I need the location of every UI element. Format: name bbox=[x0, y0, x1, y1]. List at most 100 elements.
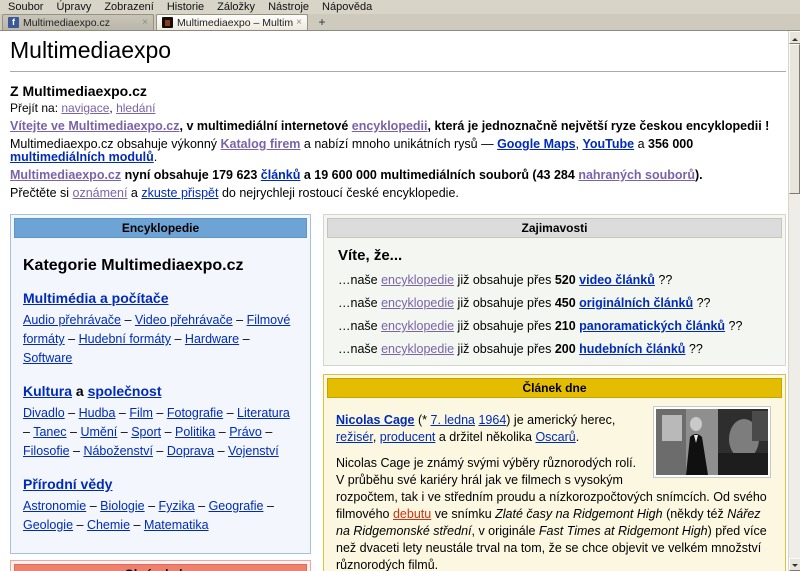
category-link[interactable]: Audio přehrávače bbox=[23, 313, 121, 327]
category-link[interactable]: Biologie bbox=[100, 499, 144, 513]
encyclopedia-body: Kategorie Multimediaexpo.cz Multimédia a… bbox=[11, 241, 310, 553]
intro: Vítejte ve Multimediaexpo.cz, v multimed… bbox=[10, 120, 786, 200]
category-link[interactable]: Video přehrávače bbox=[135, 313, 233, 327]
inline-link[interactable]: režisér bbox=[336, 430, 373, 444]
category-link[interactable]: Literatura bbox=[237, 406, 290, 420]
scroll-down-arrow-icon[interactable] bbox=[789, 558, 800, 571]
tab-facebook[interactable]: f Multimediaexpo.cz × bbox=[2, 14, 154, 30]
inline-link[interactable]: navigace bbox=[61, 101, 109, 115]
inline-link[interactable]: společnost bbox=[88, 383, 162, 399]
inline-link[interactable]: hledání bbox=[116, 101, 155, 115]
inline-link[interactable]: Katalog firem bbox=[221, 137, 301, 151]
category-link[interactable]: Hudba bbox=[79, 406, 116, 420]
inline-link[interactable]: Vítejte ve Multimediaexpo.cz bbox=[10, 119, 180, 133]
site-subtitle: Z Multimediaexpo.cz bbox=[10, 83, 147, 99]
category-link[interactable]: Geologie bbox=[23, 518, 73, 532]
intro-line-welcome: Vítejte ve Multimediaexpo.cz, v multimed… bbox=[10, 119, 770, 133]
category-link[interactable]: Software bbox=[23, 351, 72, 365]
inline-link[interactable]: encyklopedie bbox=[381, 296, 454, 310]
section-links-multimedia: Audio přehrávače – Video přehrávače – Fi… bbox=[23, 313, 291, 365]
inline-link[interactable]: Kultura bbox=[23, 383, 72, 399]
nicolas-cage-photo[interactable] bbox=[653, 406, 771, 478]
inline-link[interactable]: 7. ledna bbox=[431, 413, 475, 427]
category-link[interactable]: Právo bbox=[229, 425, 262, 439]
article-of-day-panel: Článek dne Nicolas Cage (* 7. ledna 1964… bbox=[323, 374, 786, 571]
inline-link[interactable]: encyklopedie bbox=[381, 342, 454, 356]
category-link[interactable]: Hudební formáty bbox=[79, 332, 171, 346]
inline-link[interactable]: Multimédia a počítače bbox=[23, 290, 168, 306]
scrollbar-thumb[interactable] bbox=[789, 44, 800, 194]
zajimavosti-panel: Zajimavosti Víte, že... …naše encykloped… bbox=[323, 214, 786, 366]
browser-chrome: Soubor Úpravy Zobrazení Historie Záložky… bbox=[0, 0, 800, 31]
tab-multimediaexpo[interactable]: Multimediaexpo – Multimediaexpo.cz × bbox=[156, 14, 308, 30]
close-icon[interactable]: × bbox=[296, 17, 302, 28]
encyclopedia-panel: Encyklopedie Kategorie Multimediaexpo.cz… bbox=[10, 214, 311, 554]
intro-line-features: Multimediaexpo.cz obsahuje výkonný Katal… bbox=[10, 137, 694, 164]
category-link[interactable]: Vojenství bbox=[228, 444, 279, 458]
inline-link[interactable]: encyklopedie bbox=[381, 319, 454, 333]
page-title: Multimediaexpo bbox=[10, 37, 786, 72]
inline-link[interactable]: originálních článků bbox=[579, 296, 693, 310]
inline-link[interactable]: video článků bbox=[579, 273, 655, 287]
category-link[interactable]: Hardware bbox=[185, 332, 239, 346]
more-facts-link[interactable]: …další zajímavosti bbox=[506, 365, 603, 366]
category-link[interactable]: Chemie bbox=[87, 518, 130, 532]
menu-nastroje[interactable]: Nástroje bbox=[263, 1, 317, 13]
inline-link[interactable]: nahraných souborů bbox=[578, 168, 695, 182]
scroll-up-arrow-icon[interactable] bbox=[789, 31, 800, 44]
category-link[interactable]: Tanec bbox=[33, 425, 66, 439]
inline-link[interactable]: Přírodní vědy bbox=[23, 476, 112, 492]
category-link[interactable]: Doprava bbox=[167, 444, 214, 458]
menu-soubor[interactable]: Soubor bbox=[3, 1, 51, 13]
category-link[interactable]: Divadlo bbox=[23, 406, 65, 420]
inline-link[interactable]: encyklopedii bbox=[352, 119, 428, 133]
menu-napoveda[interactable]: Nápověda bbox=[317, 1, 380, 13]
fact-video: …naše encyklopedie již obsahuje přes 520… bbox=[338, 273, 673, 287]
category-link[interactable]: Geografie bbox=[209, 499, 264, 513]
main-columns: Encyklopedie Kategorie Multimediaexpo.cz… bbox=[10, 214, 786, 571]
inline-link[interactable]: YouTube bbox=[583, 137, 635, 151]
inline-link[interactable]: Oscarů bbox=[535, 430, 575, 444]
zajimavosti-panel-header: Zajimavosti bbox=[327, 218, 782, 238]
menu-upravy[interactable]: Úpravy bbox=[51, 1, 99, 13]
inline-link[interactable]: multimediálních modulů bbox=[10, 150, 154, 164]
category-link[interactable]: Umění bbox=[80, 425, 117, 439]
inline-link[interactable]: oznámení bbox=[73, 186, 128, 200]
page-content: Multimediaexpo Z Multimediaexpo.cz Přejí… bbox=[0, 31, 788, 571]
tab-bar: f Multimediaexpo.cz × Multimediaexpo – M… bbox=[0, 14, 800, 31]
category-link[interactable]: Fotografie bbox=[167, 406, 223, 420]
section-heading-kultura: Kultura a společnost bbox=[23, 383, 162, 399]
intro-line-read: Přečtěte si oznámení a zkuste přispět do… bbox=[10, 186, 459, 200]
fact-music: …naše encyklopedie již obsahuje přes 200… bbox=[338, 342, 703, 356]
category-link[interactable]: Filosofie bbox=[23, 444, 70, 458]
category-link[interactable]: Matematika bbox=[144, 518, 209, 532]
menu-zobrazeni[interactable]: Zobrazení bbox=[99, 1, 162, 13]
picture-of-day-panel: Obrázek dne bbox=[10, 560, 311, 571]
inline-link[interactable]: hudebních článků bbox=[579, 342, 685, 356]
category-link[interactable]: Náboženství bbox=[83, 444, 152, 458]
menu-historie[interactable]: Historie bbox=[162, 1, 212, 13]
inline-link[interactable]: Nicolas Cage bbox=[336, 413, 415, 427]
category-link[interactable]: Politika bbox=[175, 425, 215, 439]
inline-link[interactable]: článků bbox=[261, 168, 301, 182]
category-link[interactable]: Film bbox=[129, 406, 153, 420]
inline-link[interactable]: panoramatických článků bbox=[579, 319, 725, 333]
inline-link[interactable]: Multimediaexpo.cz bbox=[10, 168, 121, 182]
categories-title: Kategorie Multimediaexpo.cz bbox=[23, 257, 244, 274]
inline-link[interactable]: zkuste přispět bbox=[141, 186, 218, 200]
did-you-know-title: Víte, že... bbox=[338, 247, 403, 264]
category-link[interactable]: Astronomie bbox=[23, 499, 86, 513]
inline-link[interactable]: encyklopedie bbox=[381, 273, 454, 287]
menu-zalozky[interactable]: Záložky bbox=[212, 1, 263, 13]
inline-link[interactable]: Google Maps bbox=[497, 137, 575, 151]
section-heading-prirodni-vedy: Přírodní vědy bbox=[23, 476, 298, 492]
category-link[interactable]: Fyzika bbox=[159, 499, 195, 513]
inline-link[interactable]: producent bbox=[380, 430, 436, 444]
category-link[interactable]: Sport bbox=[131, 425, 161, 439]
inline-link[interactable]: debutu bbox=[393, 507, 431, 521]
new-tab-button[interactable]: + bbox=[312, 15, 332, 30]
jump-links: Přejít na: navigace, hledání bbox=[10, 101, 156, 115]
vertical-scrollbar[interactable] bbox=[788, 31, 800, 571]
close-icon[interactable]: × bbox=[142, 17, 148, 28]
inline-link[interactable]: 1964 bbox=[478, 413, 506, 427]
